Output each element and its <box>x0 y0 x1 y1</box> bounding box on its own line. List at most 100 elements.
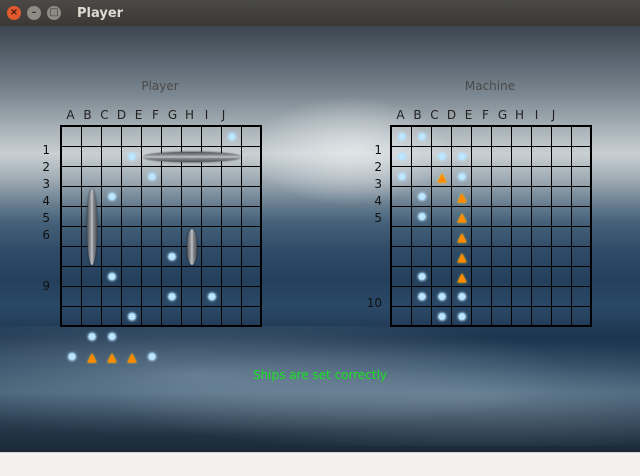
machine-cell[interactable] <box>472 227 492 247</box>
machine-cell[interactable] <box>472 207 492 227</box>
player-cell[interactable] <box>122 167 142 187</box>
player-cell[interactable] <box>142 187 162 207</box>
machine-cell[interactable] <box>512 267 532 287</box>
player-cell[interactable] <box>222 267 242 287</box>
player-cell[interactable] <box>242 127 262 147</box>
machine-cell[interactable] <box>572 207 592 227</box>
player-cell[interactable] <box>142 307 162 327</box>
machine-cell[interactable] <box>532 147 552 167</box>
player-cell[interactable] <box>182 287 202 307</box>
player-cell[interactable] <box>242 167 262 187</box>
player-cell[interactable] <box>242 147 262 167</box>
machine-cell[interactable] <box>572 167 592 187</box>
player-cell[interactable] <box>182 307 202 327</box>
player-cell[interactable] <box>62 147 82 167</box>
player-cell[interactable] <box>82 147 102 167</box>
player-cell[interactable] <box>82 167 102 187</box>
player-cell[interactable] <box>222 247 242 267</box>
player-cell[interactable] <box>242 267 262 287</box>
player-cell[interactable] <box>162 267 182 287</box>
player-cell[interactable] <box>82 287 102 307</box>
machine-cell[interactable] <box>512 147 532 167</box>
player-cell[interactable] <box>162 207 182 227</box>
machine-cell[interactable] <box>492 267 512 287</box>
machine-cell[interactable] <box>412 147 432 167</box>
machine-cell[interactable] <box>412 167 432 187</box>
player-cell[interactable] <box>142 267 162 287</box>
player-cell[interactable] <box>242 207 262 227</box>
machine-cell[interactable] <box>552 187 572 207</box>
player-cell[interactable] <box>182 267 202 287</box>
player-cell[interactable] <box>62 247 82 267</box>
player-cell[interactable] <box>142 287 162 307</box>
player-cell[interactable] <box>242 287 262 307</box>
player-cell[interactable] <box>142 207 162 227</box>
machine-cell[interactable] <box>532 267 552 287</box>
player-cell[interactable] <box>122 287 142 307</box>
player-cell[interactable] <box>122 267 142 287</box>
machine-cell[interactable] <box>472 167 492 187</box>
machine-cell[interactable] <box>412 227 432 247</box>
player-cell[interactable] <box>62 227 82 247</box>
machine-cell[interactable] <box>552 247 572 267</box>
player-cell[interactable] <box>202 267 222 287</box>
player-cell[interactable] <box>62 167 82 187</box>
machine-cell[interactable] <box>572 147 592 167</box>
machine-cell[interactable] <box>512 287 532 307</box>
machine-cell[interactable] <box>432 247 452 267</box>
machine-cell[interactable] <box>392 287 412 307</box>
machine-cell[interactable] <box>392 227 412 247</box>
player-cell[interactable] <box>102 227 122 247</box>
player-cell[interactable] <box>202 207 222 227</box>
player-cell[interactable] <box>182 187 202 207</box>
machine-cell[interactable] <box>552 307 572 327</box>
player-cell[interactable] <box>122 247 142 267</box>
machine-cell[interactable] <box>432 267 452 287</box>
machine-cell[interactable] <box>512 167 532 187</box>
machine-cell[interactable] <box>532 307 552 327</box>
machine-cell[interactable] <box>552 127 572 147</box>
player-cell[interactable] <box>182 207 202 227</box>
machine-cell[interactable] <box>472 287 492 307</box>
machine-cell[interactable] <box>512 127 532 147</box>
player-cell[interactable] <box>202 247 222 267</box>
player-cell[interactable] <box>242 307 262 327</box>
machine-cell[interactable] <box>492 207 512 227</box>
player-cell[interactable] <box>242 227 262 247</box>
player-cell[interactable] <box>222 167 242 187</box>
player-cell[interactable] <box>82 307 102 327</box>
player-cell[interactable] <box>142 227 162 247</box>
machine-cell[interactable] <box>492 147 512 167</box>
machine-cell[interactable] <box>472 307 492 327</box>
machine-cell[interactable] <box>392 187 412 207</box>
player-cell[interactable] <box>102 307 122 327</box>
machine-cell[interactable] <box>492 247 512 267</box>
player-cell[interactable] <box>102 207 122 227</box>
machine-cell[interactable] <box>532 227 552 247</box>
machine-cell[interactable] <box>392 247 412 267</box>
player-cell[interactable] <box>162 187 182 207</box>
machine-cell[interactable] <box>472 127 492 147</box>
machine-cell[interactable] <box>432 227 452 247</box>
player-cell[interactable] <box>142 127 162 147</box>
player-cell[interactable] <box>202 307 222 327</box>
machine-cell[interactable] <box>532 167 552 187</box>
player-cell[interactable] <box>82 267 102 287</box>
machine-cell[interactable] <box>532 287 552 307</box>
player-cell[interactable] <box>202 227 222 247</box>
machine-cell[interactable] <box>572 127 592 147</box>
player-cell[interactable] <box>62 187 82 207</box>
player-cell[interactable] <box>182 127 202 147</box>
machine-cell[interactable] <box>432 207 452 227</box>
player-cell[interactable] <box>242 187 262 207</box>
player-cell[interactable] <box>182 167 202 187</box>
maximize-window-button[interactable]: □ <box>47 6 61 20</box>
machine-cell[interactable] <box>412 307 432 327</box>
machine-cell[interactable] <box>472 267 492 287</box>
player-cell[interactable] <box>222 307 242 327</box>
machine-cell[interactable] <box>472 247 492 267</box>
player-cell[interactable] <box>62 207 82 227</box>
player-cell[interactable] <box>162 127 182 147</box>
machine-cell[interactable] <box>472 147 492 167</box>
player-cell[interactable] <box>222 287 242 307</box>
